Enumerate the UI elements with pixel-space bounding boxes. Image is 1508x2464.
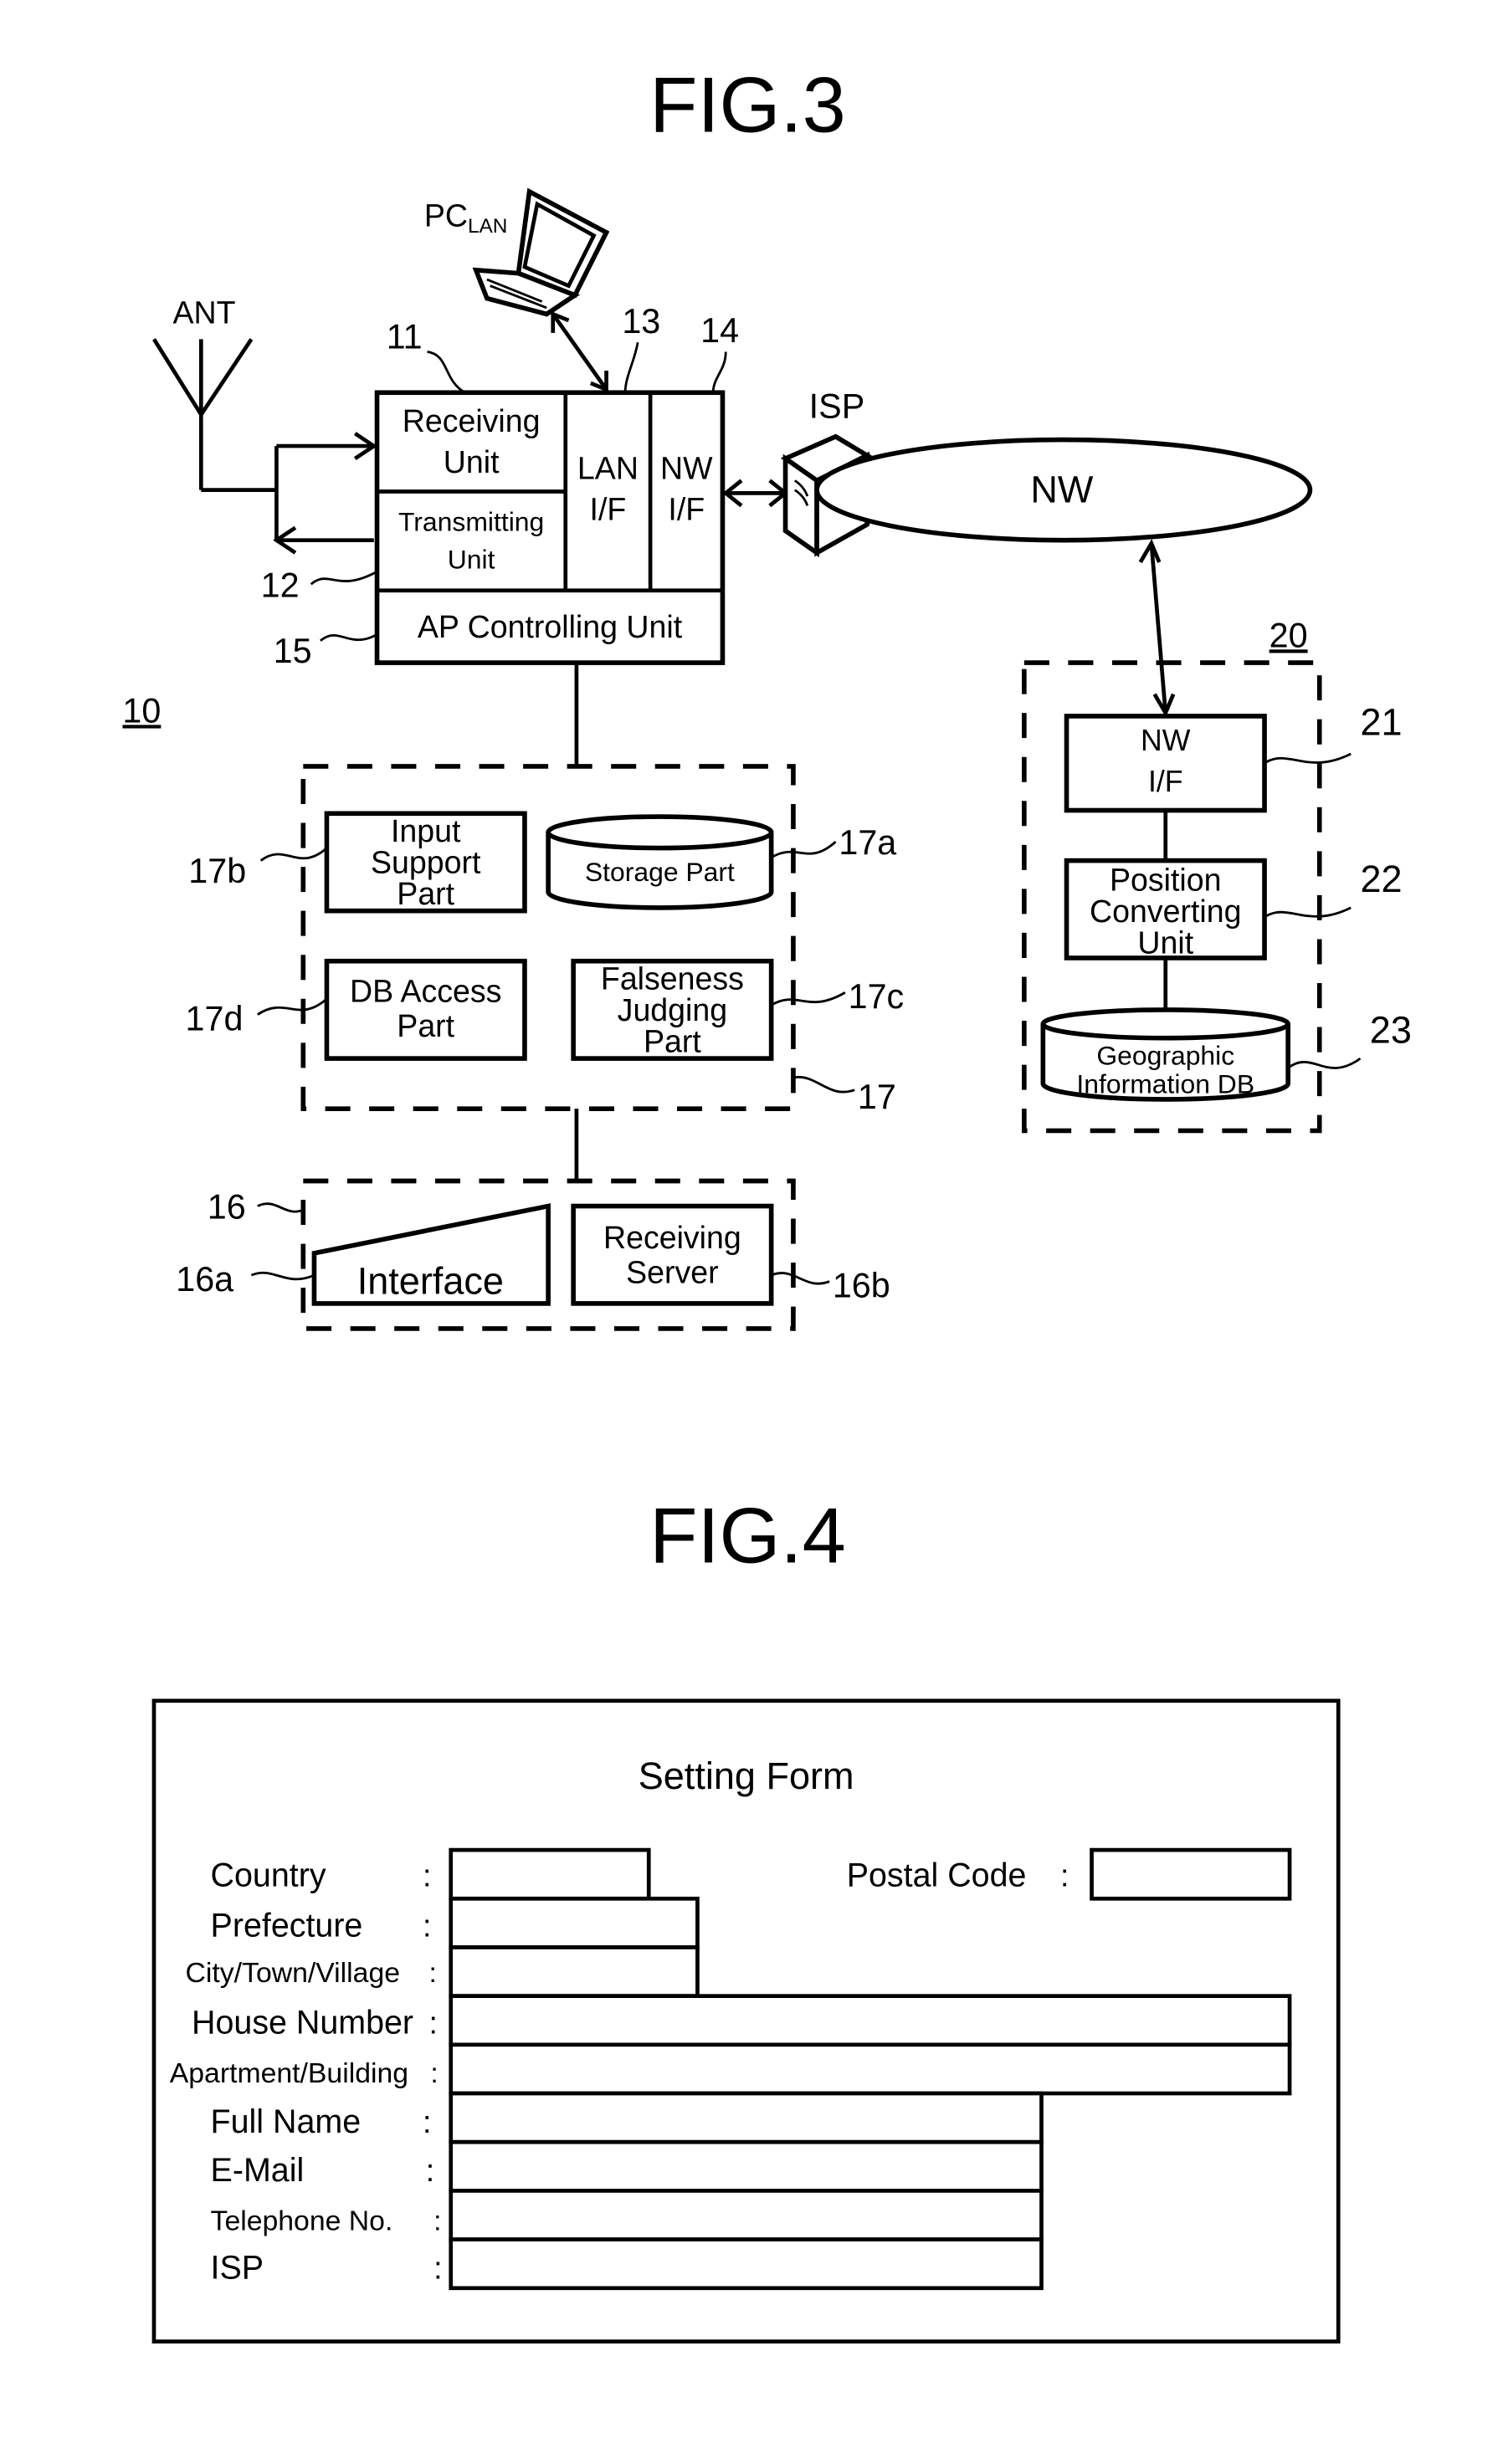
nwif-isp-arrow: [722, 479, 789, 508]
email-input[interactable]: [449, 2139, 1044, 2193]
nw-server-arrow: [1138, 539, 1176, 718]
ref-11: 11: [387, 318, 423, 356]
storage-part-label: Storage Part: [585, 857, 735, 887]
pc-label: PCLAN: [424, 197, 508, 238]
fig3-title: FIG.3: [649, 61, 846, 149]
ref-21: 21: [1361, 700, 1403, 743]
ref-15: 15: [274, 632, 312, 670]
label-full-name: Full Name: [211, 2103, 362, 2140]
ref-20: 20: [1269, 616, 1308, 654]
ref-17b: 17b: [188, 852, 246, 890]
colon: :: [1060, 1857, 1069, 1893]
patent-figures: FIG.3 PCLAN ANT Receiving Unit Transmitti…: [122, 61, 1412, 2344]
colon: :: [433, 2205, 441, 2236]
isp-input[interactable]: [449, 2237, 1044, 2291]
label-country: Country: [211, 1857, 326, 1893]
label-telephone: Telephone No.: [211, 2205, 393, 2236]
label-apartment: Apartment/Building: [170, 2057, 408, 2089]
ref-14: 14: [700, 311, 739, 350]
setting-form-title: Setting Form: [639, 1755, 854, 1797]
apartment-input[interactable]: [449, 2042, 1292, 2096]
ref-22: 22: [1361, 858, 1403, 900]
colon: :: [430, 2057, 438, 2089]
colon: :: [426, 2153, 434, 2188]
ref-16a: 16a: [176, 1260, 233, 1299]
nw-label: NW: [1030, 469, 1094, 511]
ref-12: 12: [261, 566, 300, 604]
isp-label: ISP: [809, 387, 865, 425]
label-prefecture: Prefecture: [211, 1907, 363, 1944]
fig4-title: FIG.4: [649, 1492, 846, 1580]
interface-label: Interface: [357, 1260, 504, 1303]
postal-code-input[interactable]: [1090, 1847, 1292, 1901]
ref-17: 17: [858, 1078, 896, 1116]
ref-17d: 17d: [186, 999, 244, 1037]
antenna-icon: [151, 338, 377, 555]
ref-17c: 17c: [849, 977, 905, 1016]
colon: :: [428, 2006, 437, 2041]
label-postal-code: Postal Code: [847, 1857, 1027, 1893]
house-number-input[interactable]: [449, 1994, 1292, 2047]
ref-10: 10: [122, 691, 161, 730]
colon: :: [423, 1857, 431, 1893]
ant-label: ANT: [173, 295, 236, 330]
colon: :: [423, 1908, 431, 1943]
geographic-db-label: Geographic Information DB: [1076, 1041, 1254, 1099]
ref-16: 16: [208, 1188, 246, 1227]
telephone-input[interactable]: [449, 2189, 1044, 2241]
colon: :: [428, 1957, 436, 1989]
laptop-icon: [472, 187, 610, 317]
label-house-number: House Number: [192, 2005, 413, 2041]
label-email: E-Mail: [211, 2152, 305, 2189]
label-isp: ISP: [211, 2250, 264, 2287]
colon: :: [433, 2251, 442, 2286]
colon: :: [423, 2104, 431, 2139]
full-name-input[interactable]: [449, 2091, 1044, 2144]
pc-lan-arrow: [551, 310, 608, 392]
ap-controlling-unit: AP Controlling Unit: [418, 609, 683, 644]
ref-23: 23: [1370, 1008, 1412, 1051]
city-input[interactable]: [449, 1945, 700, 1999]
ref-13: 13: [622, 302, 660, 341]
ref-16b: 16b: [833, 1266, 890, 1304]
prefecture-input[interactable]: [449, 1896, 700, 1949]
country-input[interactable]: [449, 1847, 651, 1901]
label-city: City/Town/Village: [186, 1957, 401, 1989]
ref-17a: 17a: [839, 823, 896, 862]
